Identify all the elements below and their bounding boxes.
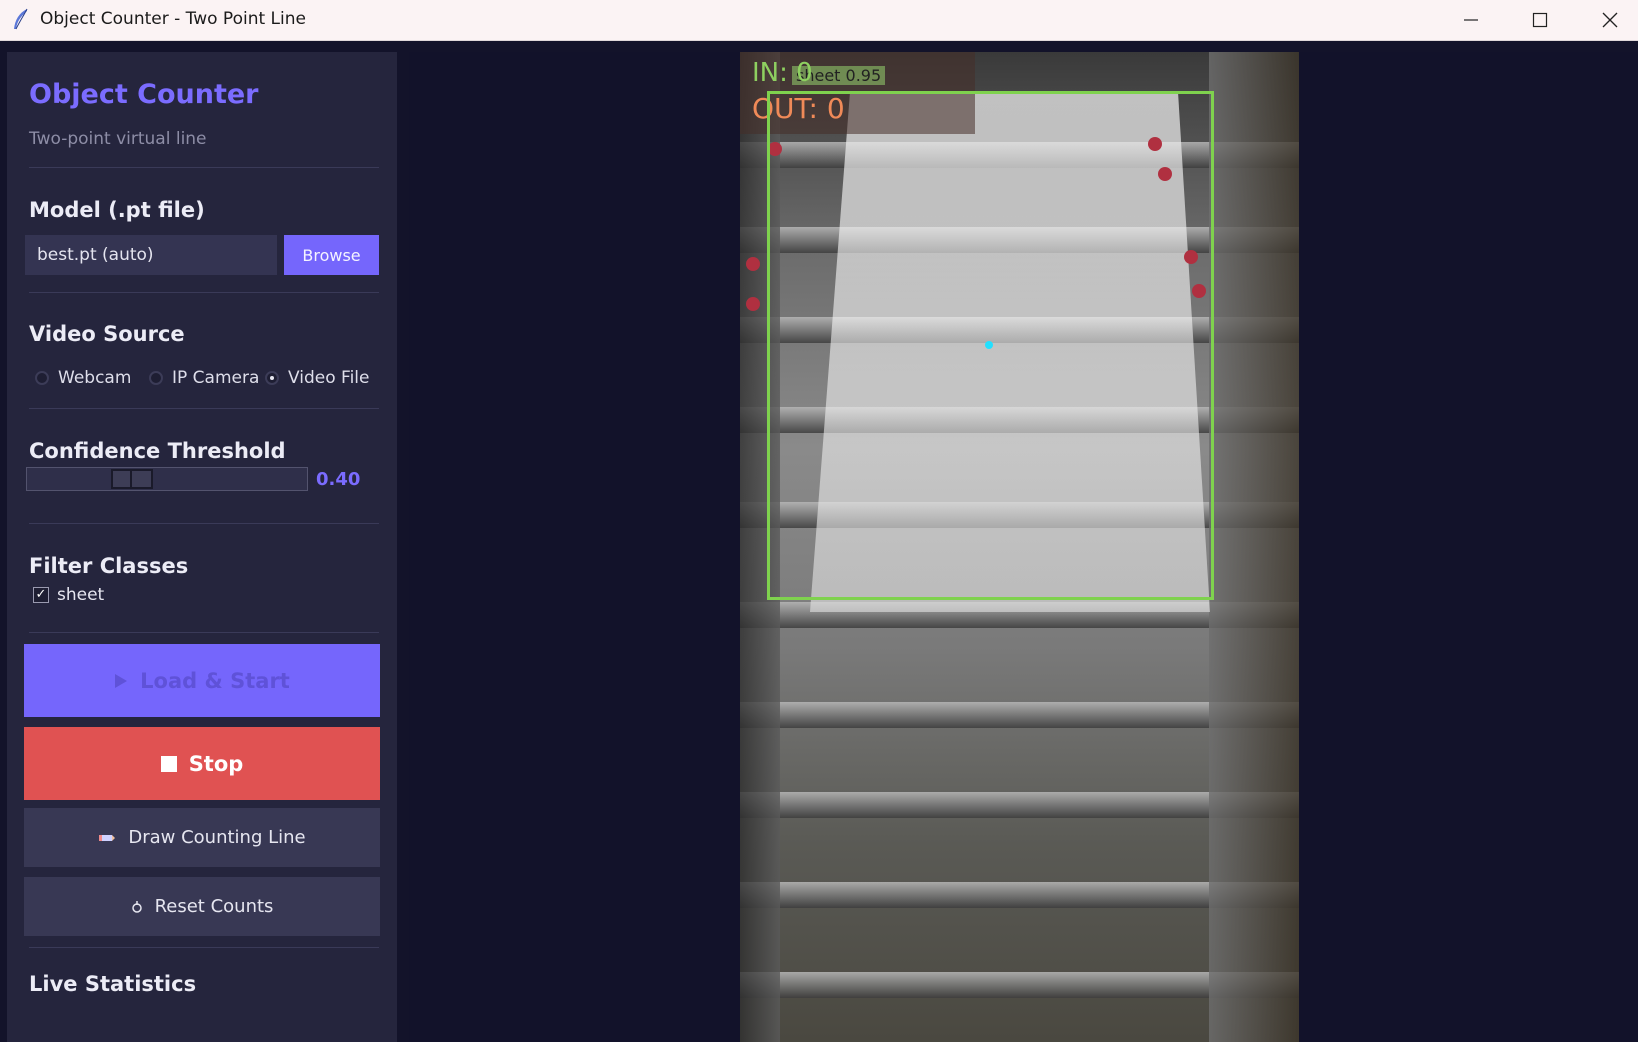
stop-icon [160, 755, 177, 772]
filter-classes-section-title: Filter Classes [29, 554, 189, 578]
radio-label: Video File [288, 368, 370, 388]
stop-button[interactable]: Stop [24, 727, 380, 800]
play-icon [114, 673, 128, 689]
in-counter: IN: 0 [752, 58, 813, 88]
feather-icon [14, 8, 28, 30]
video-source-section-title: Video Source [29, 322, 185, 346]
reset-counts-button[interactable]: Reset Counts [24, 877, 380, 936]
divider [29, 523, 379, 524]
browse-button[interactable]: Browse [284, 235, 379, 275]
radio-indicator [149, 371, 163, 385]
detection-centroid [985, 341, 993, 349]
divider [29, 408, 379, 409]
divider [29, 947, 379, 948]
load-start-label: Load & Start [140, 668, 290, 693]
roller-peg [746, 257, 760, 271]
confidence-section-title: Confidence Threshold [29, 439, 286, 463]
model-path-input[interactable] [25, 235, 277, 275]
video-frame[interactable]: sheet 0.95 IN: 0 OUT: 0 [740, 52, 1299, 1042]
slider-handle[interactable] [111, 469, 153, 489]
app-title: Object Counter [29, 79, 259, 110]
refresh-icon [131, 900, 143, 914]
draw-counting-line-button[interactable]: Draw Counting Line [24, 808, 380, 867]
in-count: 0 [796, 58, 813, 88]
title-bar: Object Counter - Two Point Line [0, 0, 1638, 41]
radio-webcam[interactable]: Webcam [35, 368, 131, 388]
roller-peg [746, 297, 760, 311]
confidence-slider[interactable] [26, 467, 308, 491]
window-title: Object Counter - Two Point Line [40, 9, 306, 29]
divider [29, 632, 379, 633]
radio-label: IP Camera [172, 368, 260, 388]
radio-ip-camera[interactable]: IP Camera [149, 368, 259, 388]
reset-counts-label: Reset Counts [154, 896, 274, 917]
conveyor-rail-right [1209, 52, 1299, 1042]
class-label-sheet: sheet [57, 585, 105, 605]
radio-indicator-selected [265, 371, 279, 385]
load-start-button[interactable]: Load & Start [24, 644, 380, 717]
radio-label: Webcam [58, 368, 132, 388]
model-section-title: Model (.pt file) [29, 198, 205, 222]
divider [29, 292, 379, 293]
app-subtitle: Two-point virtual line [29, 129, 207, 149]
minimize-button[interactable] [1448, 0, 1494, 40]
in-label: IN: [752, 58, 788, 88]
confidence-value: 0.40 [316, 469, 361, 490]
divider [29, 167, 379, 168]
class-checkbox-sheet[interactable]: ✓ [33, 587, 49, 603]
radio-indicator [35, 371, 49, 385]
radio-video-file[interactable]: Video File [265, 368, 369, 388]
close-icon [1602, 12, 1618, 28]
draw-counting-line-label: Draw Counting Line [128, 827, 306, 848]
pencil-icon [98, 832, 116, 844]
video-display-area: sheet 0.95 IN: 0 OUT: 0 [409, 52, 1638, 1042]
maximize-icon [1532, 12, 1548, 28]
stop-label: Stop [188, 751, 244, 776]
close-button[interactable] [1587, 0, 1633, 40]
minimize-icon [1464, 19, 1478, 21]
live-statistics-section-title: Live Statistics [29, 972, 197, 996]
control-sidebar: Object Counter Two-point virtual line Mo… [7, 52, 397, 1042]
maximize-button[interactable] [1517, 0, 1563, 40]
